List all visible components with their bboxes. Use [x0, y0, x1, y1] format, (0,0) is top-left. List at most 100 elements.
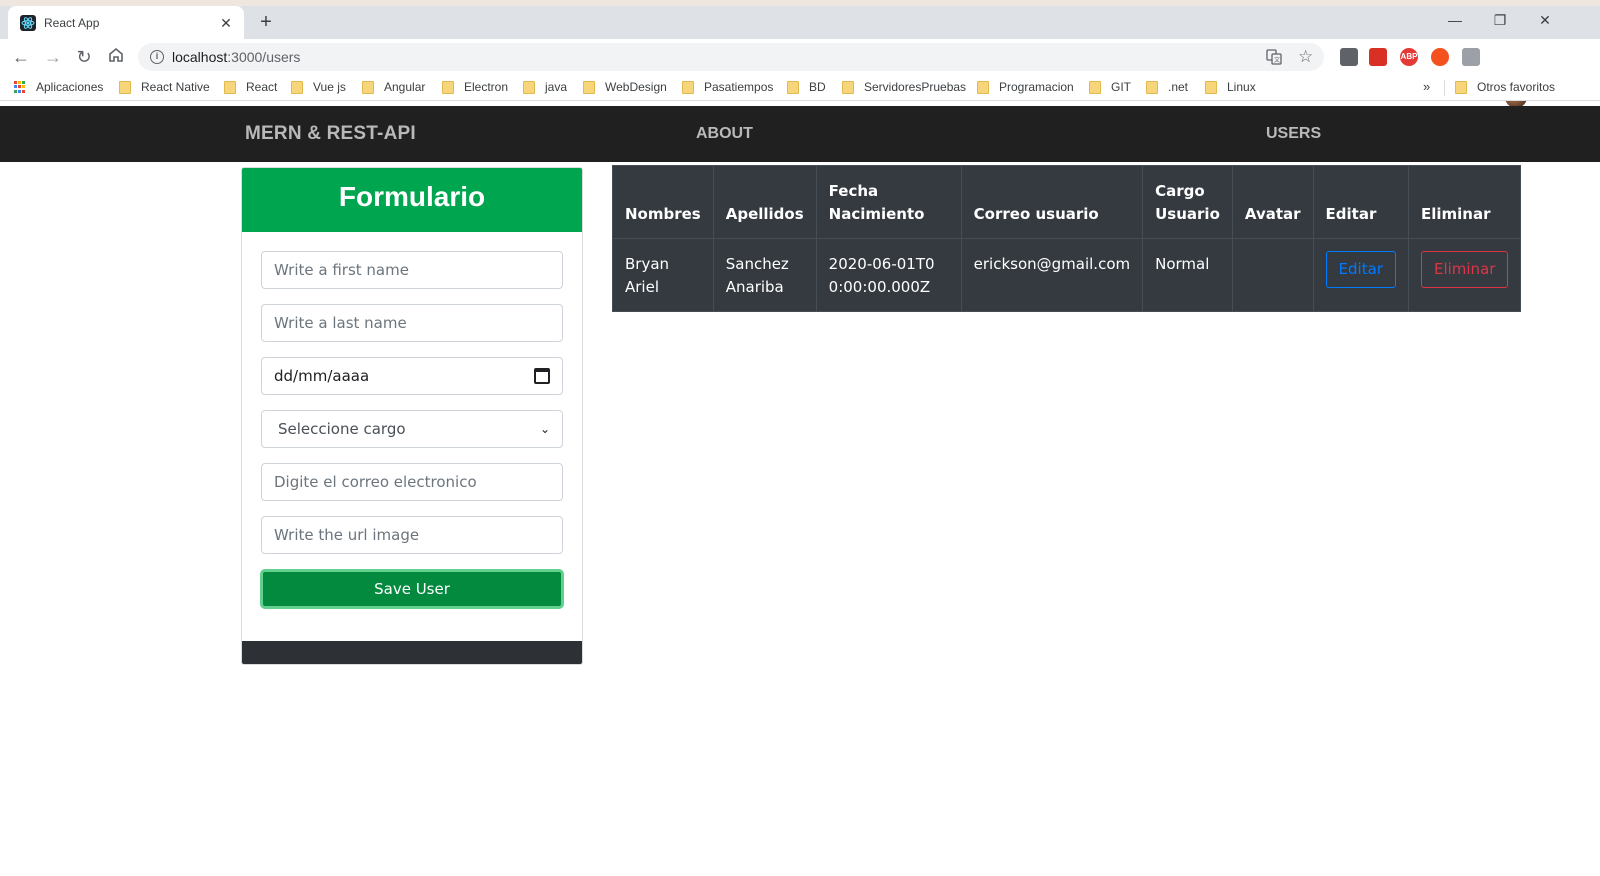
cell-eliminar: Eliminar [1407, 238, 1522, 312]
restore-icon[interactable]: ❐ [1488, 12, 1512, 29]
form-body: Write a first name Write a last name dd/… [242, 232, 582, 641]
header-cargo: Cargo Usuario [1142, 165, 1233, 239]
folder-icon [119, 80, 131, 94]
bookmark-folder[interactable]: java [523, 80, 567, 94]
save-user-button[interactable]: Save User [260, 569, 564, 609]
extension-icon[interactable] [1340, 48, 1358, 66]
address-bar[interactable]: i localhost:3000/users 文 ☆ [138, 43, 1324, 71]
cell-nombres: Bryan Ariel [612, 238, 714, 312]
bookmark-folder[interactable]: ServidoresPruebas [842, 80, 966, 94]
bookmark-label: Angular [384, 80, 426, 94]
url-host: localhost [172, 49, 228, 65]
bookmark-label: Linux [1227, 80, 1256, 94]
bookmark-folder[interactable]: .net [1146, 80, 1188, 94]
folder-icon [1146, 80, 1158, 94]
folder-icon [583, 80, 595, 94]
bookmark-label: BD [809, 80, 826, 94]
bookmark-label: Programacion [999, 80, 1074, 94]
bookmark-folder[interactable]: WebDesign [583, 80, 667, 94]
bookmark-label: React Native [141, 80, 210, 94]
table-row: Bryan Ariel Sanchez Anariba 2020-06-01T0… [612, 238, 1522, 312]
folder-icon [842, 80, 854, 94]
bookmark-folder[interactable]: React [224, 80, 277, 94]
close-tab-icon[interactable]: ✕ [218, 15, 234, 31]
star-icon[interactable]: ☆ [1298, 43, 1313, 71]
forward-icon[interactable]: → [42, 46, 64, 68]
delete-button[interactable]: Eliminar [1420, 251, 1509, 288]
nav-about[interactable]: ABOUT [696, 125, 753, 143]
last-name-input[interactable]: Write a last name [261, 304, 563, 342]
folder-icon [1089, 80, 1101, 94]
header-nombres: Nombres [612, 165, 714, 239]
folder-icon [224, 80, 236, 94]
folder-icon [523, 80, 535, 94]
cell-apellidos: Sanchez Anariba [712, 238, 817, 312]
bookmark-label: React [246, 80, 278, 94]
minimize-icon[interactable]: — [1443, 12, 1467, 28]
form-footer [242, 641, 582, 664]
header-editar: Editar [1312, 165, 1409, 239]
other-bookmarks[interactable]: Otros favoritos [1455, 80, 1555, 94]
date-placeholder: dd/mm/aaaa [274, 367, 370, 385]
new-tab-icon[interactable]: + [256, 12, 276, 32]
bookmark-folder[interactable]: Electron [442, 80, 508, 94]
bookmark-label: Vue js [313, 80, 346, 94]
nav-users[interactable]: USERS [1266, 125, 1321, 143]
table-header-row: Nombres Apellidos Fecha Nacimiento Corre… [612, 165, 1522, 239]
bookmark-folder[interactable]: Pasatiempos [682, 80, 773, 94]
form-title: Formulario [242, 168, 582, 232]
info-icon[interactable]: i [150, 50, 164, 64]
folder-icon [1455, 80, 1467, 94]
bookmark-label: Otros favoritos [1477, 80, 1556, 94]
bookmark-label: .net [1168, 80, 1189, 94]
bookmark-label: ServidoresPruebas [864, 80, 967, 94]
header-eliminar: Eliminar [1407, 165, 1522, 239]
browser-toolbar: ← → ↻ i localhost:3000/users 文 ☆ ABP ⋮ [0, 39, 1600, 108]
bookmark-apps[interactable]: Aplicaciones [14, 80, 103, 94]
svg-text:文: 文 [1274, 56, 1280, 64]
bookmark-folder[interactable]: GIT [1089, 80, 1131, 94]
app-navbar: MERN & REST-API ABOUT USERS [0, 106, 1600, 162]
reload-icon[interactable]: ↻ [73, 46, 95, 68]
bookmark-folder[interactable]: Programacion [977, 80, 1074, 94]
bookmark-label: Pasatiempos [704, 80, 774, 94]
bookmark-folder[interactable]: Angular [362, 80, 425, 94]
cell-correo: erickson@gmail.com [960, 238, 1144, 312]
header-fecha-nacimiento: Fecha Nacimiento [815, 165, 962, 239]
adblock-icon[interactable]: ABP [1400, 48, 1418, 66]
bookmark-label: Electron [464, 80, 509, 94]
bookmark-folder[interactable]: React Native [119, 80, 210, 94]
more-bookmarks-icon[interactable]: » [1423, 79, 1430, 94]
bookmark-label: GIT [1111, 80, 1131, 94]
bookmark-folder[interactable]: Vue js [291, 80, 346, 94]
bookmarks-divider [1444, 80, 1445, 96]
extension-icon[interactable] [1431, 48, 1449, 66]
translate-icon[interactable]: 文 [1266, 43, 1282, 71]
header-avatar: Avatar [1231, 165, 1314, 239]
bookmark-folder[interactable]: Linux [1205, 80, 1256, 94]
calendar-icon[interactable] [534, 368, 550, 384]
chevron-down-icon: ⌄ [539, 422, 550, 436]
cell-fecha: 2020-06-01T00:00:00.000Z [815, 238, 962, 312]
extension-icon[interactable] [1369, 48, 1387, 66]
user-form-card: Formulario Write a first name Write a la… [241, 167, 583, 665]
first-name-input[interactable]: Write a first name [261, 251, 563, 289]
brand-link[interactable]: MERN & REST-API [245, 123, 416, 145]
cargo-select[interactable]: Seleccione cargo ⌄ [261, 410, 563, 448]
shield-icon[interactable] [1462, 48, 1480, 66]
cell-avatar [1231, 238, 1314, 312]
folder-icon [682, 80, 694, 94]
cargo-selected-value: Seleccione cargo [278, 420, 406, 438]
cell-cargo: Normal [1142, 238, 1233, 312]
users-table: Nombres Apellidos Fecha Nacimiento Corre… [612, 165, 1522, 312]
close-window-icon[interactable]: ✕ [1533, 12, 1557, 29]
back-icon[interactable]: ← [10, 46, 32, 68]
birthdate-input[interactable]: dd/mm/aaaa [261, 357, 563, 395]
bookmark-folder[interactable]: BD [787, 80, 826, 94]
edit-button[interactable]: Editar [1325, 251, 1396, 288]
cell-editar: Editar [1312, 238, 1409, 312]
image-url-input[interactable]: Write the url image [261, 516, 563, 554]
browser-tab[interactable]: React App ✕ [8, 6, 244, 39]
home-icon[interactable] [105, 46, 127, 68]
email-input[interactable]: Digite el correo electronico [261, 463, 563, 501]
